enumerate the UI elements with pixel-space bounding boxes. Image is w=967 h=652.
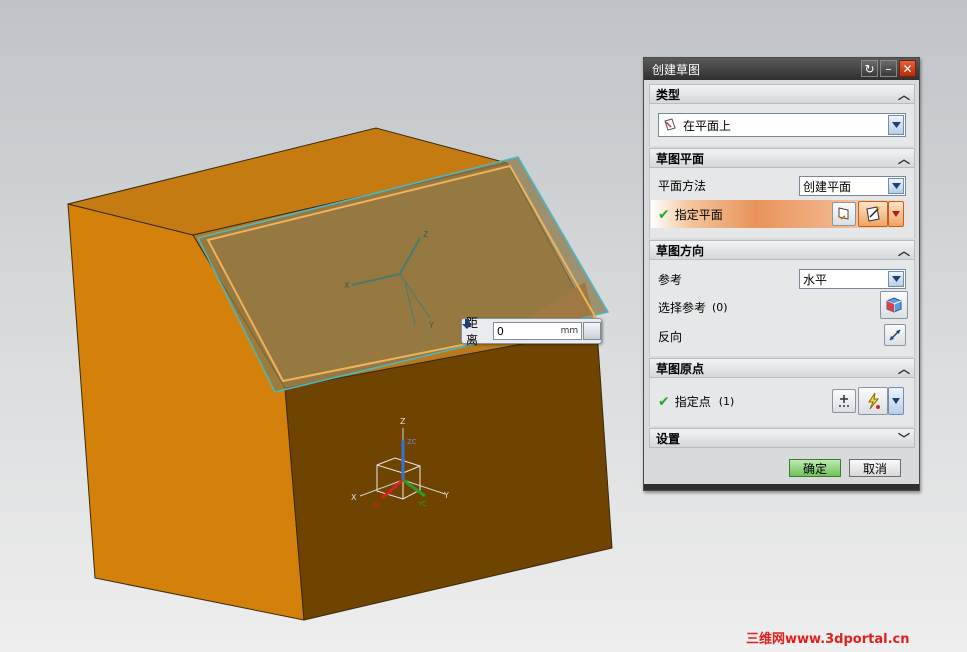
inferred-plane-button[interactable]: [858, 201, 888, 227]
chevron-up-icon: ︿: [897, 152, 910, 166]
minimize-icon: –: [885, 61, 892, 76]
close-button[interactable]: ✕: [899, 60, 916, 77]
checkmark-icon: ✔: [658, 206, 670, 223]
chevron-down-icon: [892, 398, 900, 404]
checkmark-icon: ✔: [658, 393, 670, 410]
arrow-down-icon: [462, 319, 472, 329]
reset-button[interactable]: ↻: [861, 60, 878, 77]
wcs-xc-label: XC: [372, 501, 381, 509]
chevron-up-icon: ︿: [897, 88, 910, 102]
plane-y-label: Y: [428, 321, 434, 330]
chevron-up-icon: ︿: [897, 244, 910, 258]
inferred-point-button[interactable]: [858, 387, 888, 415]
reference-value: 水平: [803, 272, 828, 287]
select-reference-count: (0): [712, 301, 728, 314]
dialog-title: 创建草图: [652, 62, 701, 77]
distance-input[interactable]: 0 mm: [492, 322, 583, 340]
distance-value: 0: [496, 324, 504, 338]
dialog-button-bar: 确定 取消: [649, 454, 915, 482]
specify-plane-label: 指定平面: [674, 208, 723, 222]
sketch-origin-section-header[interactable]: 草图原点 ︿: [649, 358, 915, 378]
select-reference-button[interactable]: [880, 291, 908, 319]
wcs-y-label: Y: [443, 491, 449, 500]
watermark: 三维网www.3dportal.cn: [746, 632, 910, 647]
minimize-button[interactable]: –: [880, 60, 897, 77]
sketch-plane-section-body: 平面方法 创建平面 ✔ 指定平面: [649, 168, 915, 238]
chevron-up-icon: ︿: [897, 362, 910, 376]
cancel-button[interactable]: 取消: [849, 459, 901, 477]
chevron-down-icon: [892, 211, 900, 217]
dialog-titlebar[interactable]: 创建草图 ↻ – ✕: [644, 58, 919, 80]
specify-point-count: (1): [718, 395, 735, 408]
wcs-x-label: X: [351, 493, 357, 502]
reverse-direction-icon: [889, 329, 901, 341]
type-select-value: 在平面上: [683, 118, 732, 133]
close-icon: ✕: [902, 61, 913, 76]
sketch-plane-section-header[interactable]: 草图平面 ︿: [649, 148, 915, 168]
inferred-plane-dropdown[interactable]: [888, 201, 904, 227]
plane-z-label: Z: [423, 230, 429, 239]
plane-dialog-button[interactable]: [832, 202, 856, 226]
reference-label: 参考: [658, 273, 683, 287]
point-dialog-button[interactable]: [832, 389, 856, 413]
wcs-zc-label: ZC: [407, 438, 417, 446]
inferred-plane-icon: [866, 206, 881, 222]
reverse-label: 反向: [658, 330, 683, 344]
plane-method-label: 平面方法: [658, 179, 707, 193]
plane-method-value: 创建平面: [803, 179, 852, 194]
plane-dialog-icon: [838, 207, 849, 220]
cube-select-icon: [886, 297, 902, 313]
specify-plane-row[interactable]: ✔ 指定平面: [658, 206, 723, 223]
select-reference-row[interactable]: 选择参考 (0): [658, 299, 728, 316]
distance-dropdown-button[interactable]: [462, 319, 601, 340]
plane-method-select[interactable]: 创建平面: [799, 176, 906, 196]
type-select[interactable]: 在平面上: [658, 113, 906, 137]
dialog-bottom-strip: [644, 484, 919, 490]
sketch-orientation-section-body: 参考 水平 选择参考 (0) 反向: [649, 260, 915, 356]
sketch-orientation-section-header[interactable]: 草图方向 ︿: [649, 240, 915, 260]
reset-icon: ↻: [864, 61, 875, 76]
point-dialog-icon: [839, 395, 849, 407]
sketch-orientation-section-label: 草图方向: [656, 243, 705, 258]
specify-point-label: 指定点: [674, 395, 711, 409]
sketch-origin-section-body: ✔ 指定点 (1): [649, 378, 915, 426]
lightning-point-icon: [868, 392, 880, 410]
wcs-yc-label: YC: [417, 500, 427, 508]
type-section-header[interactable]: 类型 ︿: [649, 84, 915, 104]
type-section-body: 在平面上: [649, 104, 915, 146]
sketch-on-plane-icon: [664, 118, 676, 131]
distance-dynamic-input: 距离 0 mm: [461, 316, 602, 347]
type-section-label: 类型: [656, 87, 681, 102]
reference-select[interactable]: 水平: [799, 269, 906, 289]
create-sketch-dialog: 创建草图 ↻ – ✕ 类型 ︿ 在平面上 草图平面 ︿ 平面方法 创建平面 ✔ …: [643, 57, 920, 491]
select-reference-label: 选择参考: [658, 301, 707, 315]
specify-point-row[interactable]: ✔ 指定点 (1): [658, 393, 734, 410]
distance-unit: mm: [560, 326, 579, 336]
chevron-down-icon: [888, 115, 904, 135]
chevron-down-icon: [888, 271, 904, 287]
plane-x-label: X: [344, 281, 350, 290]
settings-section-label: 设置: [656, 431, 681, 446]
ok-button[interactable]: 确定: [789, 459, 841, 477]
sketch-plane-section-label: 草图平面: [656, 151, 705, 166]
inferred-point-dropdown[interactable]: [888, 387, 904, 415]
settings-section-header[interactable]: 设置 ﹀: [649, 428, 915, 448]
chevron-down-icon: [888, 178, 904, 194]
sketch-origin-section-label: 草图原点: [656, 361, 705, 376]
reverse-direction-button[interactable]: [884, 324, 906, 346]
chevron-down-icon: ﹀: [897, 432, 910, 446]
wcs-z-label: Z: [400, 417, 406, 426]
